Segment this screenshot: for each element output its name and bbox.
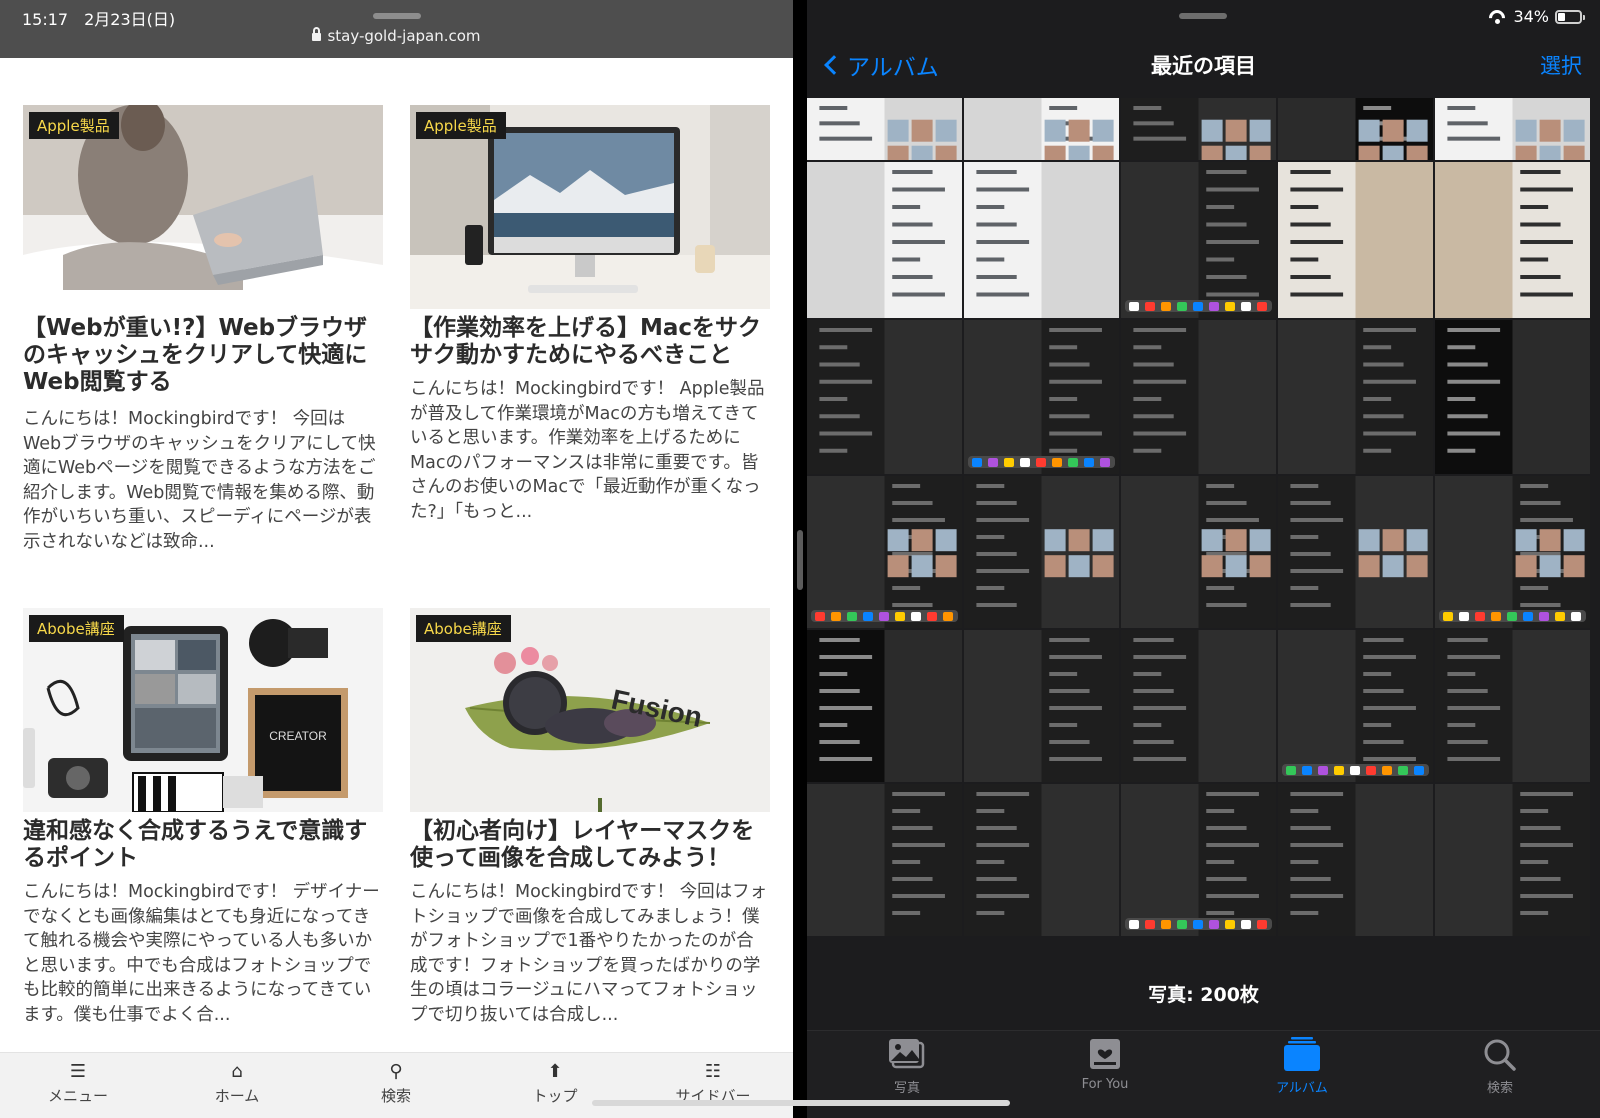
photo-thumbnail[interactable] (807, 320, 962, 474)
photo-thumbnail[interactable] (807, 162, 962, 318)
multitasking-handle[interactable] (373, 13, 421, 19)
photo-thumbnail[interactable] (1435, 320, 1590, 474)
photo-thumbnail[interactable] (1278, 320, 1433, 474)
category-badge[interactable]: Abobe講座 (29, 615, 124, 642)
tab-label: 検索 (380, 1087, 411, 1105)
category-badge[interactable]: Apple製品 (416, 112, 506, 139)
photo-thumbnail[interactable] (1121, 784, 1276, 936)
safari-status-bar: 15:17 2月23日(日) stay-gold-japan.com (0, 0, 793, 58)
creator-board-text: CREATOR (269, 729, 327, 743)
home-indicator[interactable] (592, 1100, 1010, 1106)
article-excerpt: こんにちは！Mockingbirdです！ 今回はフォトショップで画像を合成してみ… (410, 882, 768, 1025)
photos-icon (887, 1037, 927, 1073)
photo-thumbnail[interactable] (964, 162, 1119, 318)
photo-thumbnail[interactable] (964, 320, 1119, 474)
photo-thumbnail[interactable] (807, 476, 962, 628)
photo-thumbnail[interactable] (1121, 162, 1276, 318)
albums-icon (1282, 1037, 1322, 1073)
photo-count: 写真: 200枚 (1148, 984, 1259, 1006)
tab-search[interactable]: 検索 (1440, 1037, 1560, 1096)
photo-thumbnail[interactable] (964, 630, 1119, 782)
tab-for-you[interactable]: For You (1045, 1037, 1165, 1092)
tab-label: メニュー (47, 1087, 108, 1105)
tab-label: ホーム (214, 1087, 260, 1105)
tab-label: 検索 (1486, 1081, 1513, 1096)
tab-albums[interactable]: アルバム (1242, 1037, 1362, 1096)
article-thumbnail[interactable]: Apple製品 (23, 105, 383, 309)
photo-thumbnail[interactable] (1278, 784, 1433, 936)
arrow-up-icon: ⬆ (547, 1061, 563, 1082)
photo-thumbnail[interactable] (1435, 162, 1590, 318)
menu-icon: ☰ (69, 1061, 87, 1082)
photo-thumbnail[interactable] (1121, 320, 1276, 474)
article-title[interactable]: 【Webが重い!?】Webブラウザのキャッシュをクリアして快適にWeb閲覧する (23, 315, 383, 396)
photo-thumbnail[interactable] (1278, 98, 1433, 160)
photo-thumbnail[interactable] (964, 98, 1119, 160)
photo-thumbnail[interactable] (964, 476, 1119, 628)
photo-thumbnail[interactable] (1121, 98, 1276, 160)
status-bar: 34% (1487, 7, 1585, 26)
search-icon: ⚲ (389, 1061, 403, 1082)
battery-icon (1555, 9, 1585, 24)
photo-thumbnail[interactable] (1121, 630, 1276, 782)
multitasking-handle[interactable] (1179, 13, 1227, 19)
photo-thumbnail[interactable] (964, 784, 1119, 936)
select-button[interactable]: 選択 (1540, 50, 1582, 80)
split-view-handle[interactable] (797, 530, 803, 590)
article-title[interactable]: 【作業効率を上げる】Macをサクサク動かすためにやるべきこと (410, 315, 770, 369)
home-icon: ⌂ (231, 1061, 243, 1082)
safari-pane: 15:17 2月23日(日) stay-gold-japan.com Apple… (0, 0, 793, 1118)
photo-thumbnail[interactable] (807, 784, 962, 936)
photos-pane: 34% アルバム 最近の項目 選択 写真: 200枚 写真 For You アル… (807, 0, 1600, 1118)
menu-button[interactable]: ☰ メニュー (18, 1061, 138, 1106)
article-excerpt: こんにちは！Mockingbirdです！ Apple製品が普及して作業環境がMa… (410, 379, 765, 522)
photo-thumbnail[interactable] (1435, 630, 1590, 782)
photo-thumbnail[interactable] (1435, 476, 1590, 628)
article-title[interactable]: 【初心者向け】レイヤーマスクを使って画像を合成してみよう！ (410, 818, 770, 872)
sidebar-icon: ☷ (704, 1061, 722, 1082)
battery-percent: 34% (1513, 7, 1549, 26)
article-thumbnail[interactable]: Fusion Abobe講座 (410, 608, 770, 812)
category-badge[interactable]: Apple製品 (29, 112, 119, 139)
split-view-divider[interactable] (793, 0, 807, 1118)
tab-label: For You (1081, 1077, 1129, 1092)
photo-thumbnail[interactable] (1278, 630, 1433, 782)
search-button[interactable]: ⚲ 検索 (336, 1061, 456, 1106)
photo-grid (807, 98, 1600, 958)
photo-thumbnail[interactable] (1278, 476, 1433, 628)
article-excerpt: こんにちは！Mockingbirdです！ デザイナーでなくとも画像編集はとても身… (23, 882, 380, 1025)
photo-thumbnail[interactable] (1121, 476, 1276, 628)
site-tab-bar: ☰ メニュー ⌂ ホーム ⚲ 検索 ⬆ トップ ☷ サイドバー (0, 1052, 793, 1118)
photo-thumbnail[interactable] (1278, 162, 1433, 318)
article-thumbnail[interactable]: Apple製品 (410, 105, 770, 309)
article-title[interactable]: 違和感なく合成するうえで意識するポイント (23, 818, 383, 872)
url-text: stay-gold-japan.com (327, 27, 481, 45)
for-you-icon (1085, 1037, 1125, 1073)
lock-icon (312, 27, 322, 41)
tab-label: アルバム (1276, 1081, 1328, 1096)
photo-thumbnail[interactable] (1435, 98, 1590, 160)
article-thumbnail[interactable]: CREATOR Abobe講座 (23, 608, 383, 812)
page-title: 最近の項目 (1151, 54, 1256, 78)
photo-thumbnail[interactable] (807, 630, 962, 782)
tab-photos[interactable]: 写真 (847, 1037, 967, 1096)
tab-label: 写真 (893, 1081, 920, 1096)
search-icon (1480, 1037, 1520, 1073)
category-badge[interactable]: Abobe講座 (416, 615, 511, 642)
wifi-icon (1487, 10, 1507, 24)
article-excerpt: こんにちは！Mockingbirdです！ 今回はWebブラウザのキャッシュをクリ… (23, 409, 376, 552)
photo-thumbnail[interactable] (1435, 784, 1590, 936)
photo-thumbnail[interactable] (807, 98, 962, 160)
address-bar[interactable]: stay-gold-japan.com (0, 27, 793, 45)
home-button[interactable]: ⌂ ホーム (177, 1061, 297, 1106)
navigation-bar: アルバム 最近の項目 選択 (807, 40, 1600, 92)
